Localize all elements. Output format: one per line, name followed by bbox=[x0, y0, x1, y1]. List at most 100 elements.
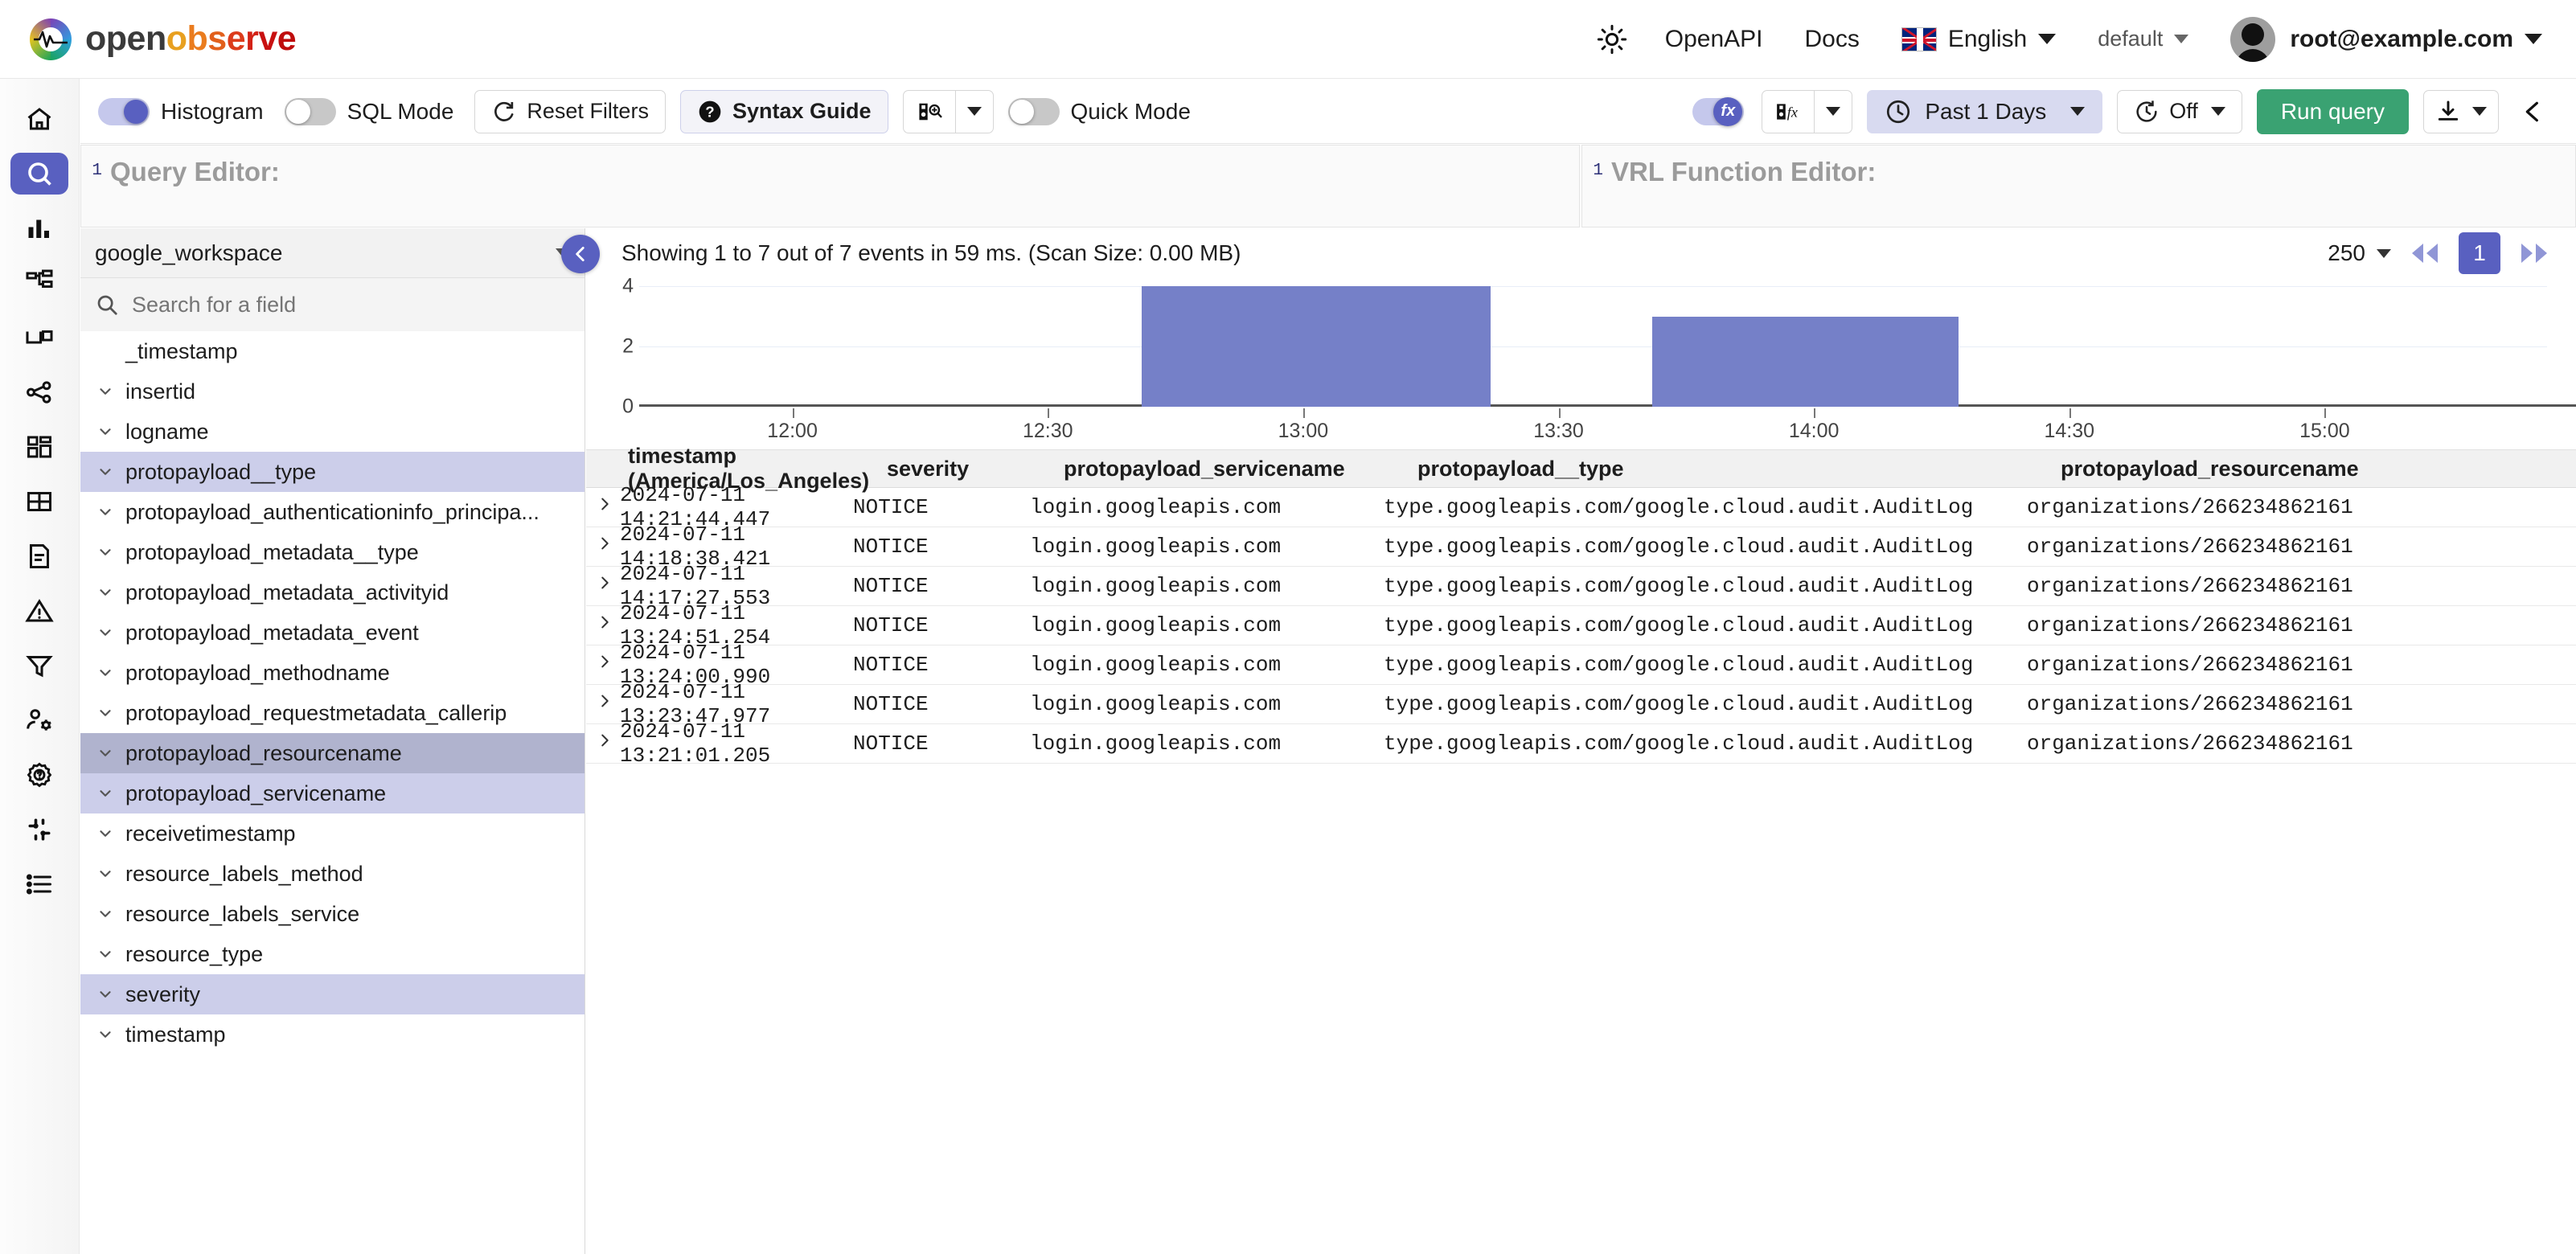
field-list-item[interactable]: protopayload_resourcename bbox=[80, 733, 585, 773]
sidebar-item-metrics[interactable] bbox=[10, 207, 68, 249]
table-column-header[interactable]: protopayload_resourcename bbox=[2061, 457, 2576, 482]
syntax-guide-button[interactable]: ? Syntax Guide bbox=[679, 89, 888, 133]
results-summary-bar: Showing 1 to 7 out of 7 events in 59 ms.… bbox=[561, 228, 2576, 278]
x-axis-tick-label: 12:30 bbox=[1022, 420, 1073, 442]
time-range-picker[interactable]: Past 1 Days bbox=[1867, 89, 2103, 133]
chart-bar[interactable] bbox=[1141, 286, 1491, 407]
share-button[interactable] bbox=[2507, 89, 2558, 133]
field-list-item[interactable]: protopayload_authenticationinfo_principa… bbox=[80, 492, 585, 532]
dashboard-grid-icon bbox=[27, 436, 51, 458]
refresh-interval-button[interactable]: Off bbox=[2117, 89, 2242, 133]
field-list-item[interactable]: protopayload_requestmetadata_callerip bbox=[80, 693, 585, 733]
sidebar-item-dashboards[interactable] bbox=[10, 426, 68, 468]
field-list-item[interactable]: insertid bbox=[80, 371, 585, 412]
openapi-link[interactable]: OpenAPI bbox=[1644, 11, 1784, 68]
expand-row-button[interactable] bbox=[586, 692, 620, 716]
histogram-chart[interactable]: 0 2 4 12:00 12:30 13:00 13:30 14:00 14:30 15:00 bbox=[593, 275, 2576, 449]
sidebar-item-management[interactable] bbox=[10, 754, 68, 796]
search-input[interactable] bbox=[132, 292, 518, 318]
table-row[interactable]: 2024-07-11 13:24:00.990 NOTICE login.googl… bbox=[586, 641, 2576, 689]
sidebar-item-pipelines[interactable] bbox=[10, 262, 68, 304]
last-page-button[interactable] bbox=[2517, 241, 2552, 265]
field-list-item[interactable]: protopayload__type bbox=[80, 452, 585, 492]
table-cell-servicename: login.googleapis.com bbox=[1030, 692, 1282, 716]
quick-mode-toggle[interactable] bbox=[1007, 97, 1060, 125]
table-row[interactable]: 2024-07-11 13:23:47.977 NOTICE login.googl… bbox=[586, 680, 2576, 728]
page-number-button[interactable]: 1 bbox=[2459, 232, 2500, 274]
page-size-selector[interactable]: 250 bbox=[2328, 240, 2391, 266]
logo-letter-s: s bbox=[207, 19, 227, 58]
query-editor[interactable]: 1 Query Editor: bbox=[80, 145, 1580, 227]
vrl-function-editor[interactable]: 1 VRL Function Editor: bbox=[1581, 145, 2576, 227]
table-row[interactable]: 2024-07-11 14:21:44.447 NOTICE login.googl… bbox=[586, 483, 2576, 531]
sidebar-item-functions[interactable] bbox=[10, 645, 68, 686]
vrl-function-button[interactable]: fx bbox=[1762, 89, 1815, 133]
chart-bar[interactable] bbox=[1651, 316, 1959, 407]
saved-views-button[interactable] bbox=[902, 89, 955, 133]
field-list-item[interactable]: timestamp bbox=[80, 1014, 585, 1055]
auto-refresh-icon bbox=[2136, 100, 2157, 122]
sql-mode-toggle[interactable] bbox=[284, 97, 336, 125]
question-circle-icon: ? bbox=[699, 100, 721, 122]
expand-row-button[interactable] bbox=[586, 535, 620, 559]
run-query-button[interactable]: Run query bbox=[2256, 88, 2409, 134]
table-column-header[interactable]: protopayload__type bbox=[1417, 457, 2061, 482]
first-page-button[interactable] bbox=[2407, 241, 2443, 265]
collapse-sidebar-button[interactable] bbox=[561, 235, 600, 273]
sidebar-item-slack[interactable] bbox=[10, 809, 68, 850]
table-column-header[interactable]: severity bbox=[887, 457, 1064, 482]
field-list-item[interactable]: protopayload_servicename bbox=[80, 773, 585, 813]
sidebar-item-reports[interactable] bbox=[10, 535, 68, 577]
user-menu[interactable]: root@example.com bbox=[2209, 11, 2542, 68]
sidebar-item-logs-search[interactable] bbox=[10, 153, 68, 195]
sidebar-item-streams[interactable] bbox=[10, 317, 68, 359]
vrl-function-toggle[interactable]: fx bbox=[1692, 96, 1745, 126]
expand-row-button[interactable] bbox=[586, 495, 620, 519]
sidebar-item-iam[interactable] bbox=[10, 699, 68, 741]
table-body: 2024-07-11 14:21:44.447 NOTICE login.googl… bbox=[586, 483, 2576, 768]
field-list-item[interactable]: resource_labels_service bbox=[80, 894, 585, 934]
saved-views-dropdown[interactable] bbox=[954, 89, 994, 133]
table-row[interactable]: 2024-07-11 14:18:38.421 NOTICE login.googl… bbox=[586, 522, 2576, 571]
query-editor-placeholder: Query Editor: bbox=[110, 157, 280, 186]
field-list-item[interactable]: protopayload_methodname bbox=[80, 653, 585, 693]
download-results-button[interactable] bbox=[2423, 89, 2499, 133]
chevron-down-icon bbox=[2210, 107, 2225, 116]
organization-selector[interactable]: default bbox=[2077, 11, 2209, 68]
vrl-function-dropdown[interactable] bbox=[1814, 89, 1853, 133]
sidebar-item-alerts[interactable] bbox=[10, 590, 68, 632]
expand-row-button[interactable] bbox=[586, 653, 620, 677]
field-list-item[interactable]: protopayload_metadata_event bbox=[80, 613, 585, 653]
field-list-item[interactable]: _timestamp bbox=[80, 331, 585, 371]
pipeline-icon bbox=[26, 269, 53, 288]
sidebar-item-tables[interactable] bbox=[10, 481, 68, 522]
chevron-down-icon bbox=[100, 710, 111, 716]
sidebar-item-traces[interactable] bbox=[10, 371, 68, 413]
field-list-item[interactable]: resource_type bbox=[80, 934, 585, 974]
table-row[interactable]: 2024-07-11 14:17:27.553 NOTICE login.googl… bbox=[586, 562, 2576, 610]
field-list-item[interactable]: receivetimestamp bbox=[80, 813, 585, 854]
expand-row-button[interactable] bbox=[586, 732, 620, 756]
sidebar-item-home[interactable] bbox=[10, 98, 68, 140]
app-logo[interactable]: openobserve bbox=[27, 16, 297, 63]
field-list-item[interactable]: logname bbox=[80, 412, 585, 452]
docs-link[interactable]: Docs bbox=[1783, 11, 1880, 68]
histogram-toggle[interactable] bbox=[98, 97, 150, 125]
reset-filters-button[interactable]: Reset Filters bbox=[474, 89, 666, 133]
table-column-header[interactable]: protopayload_servicename bbox=[1064, 457, 1417, 482]
field-list-item[interactable]: resource_labels_method bbox=[80, 854, 585, 894]
sidebar-item-about[interactable] bbox=[10, 863, 68, 905]
field-list-item[interactable]: protopayload_metadata__type bbox=[80, 532, 585, 572]
expand-row-button[interactable] bbox=[586, 574, 620, 598]
theme-toggle-button[interactable] bbox=[1580, 11, 1644, 68]
expand-row-button[interactable] bbox=[586, 613, 620, 637]
chevron-down-icon bbox=[100, 589, 111, 596]
language-selector[interactable]: English bbox=[1881, 11, 2077, 68]
table-row[interactable]: 2024-07-11 13:24:51.254 NOTICE login.googl… bbox=[586, 601, 2576, 650]
table-row[interactable]: 2024-07-11 13:21:01.205 NOTICE login.googl… bbox=[586, 719, 2576, 768]
field-list-item[interactable]: protopayload_metadata_activityid bbox=[80, 572, 585, 613]
chevron-right-icon bbox=[601, 498, 609, 510]
field-name-label: protopayload_metadata_activityid bbox=[125, 580, 449, 604]
field-list-item[interactable]: severity bbox=[80, 974, 585, 1014]
stream-selector[interactable]: google_workspace bbox=[80, 228, 585, 278]
